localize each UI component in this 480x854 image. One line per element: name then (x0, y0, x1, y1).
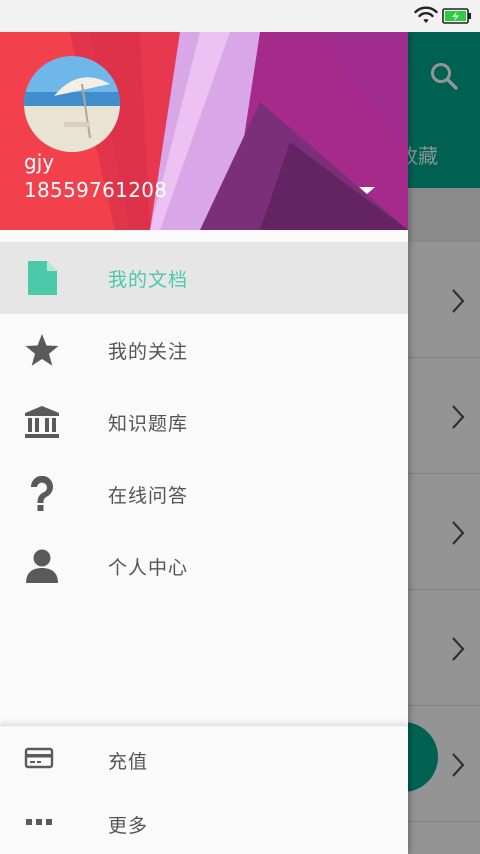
menu-item-label: 个人中心 (108, 557, 189, 579)
menu-item-label: 我的关注 (108, 341, 189, 363)
navigation-drawer: gjy 18559761208 我的文档 我的关注 知识题库 在线问答 个人中心… (0, 32, 408, 854)
menu-item-my-documents[interactable]: 我的文档 (0, 242, 408, 314)
menu-item-profile[interactable]: 个人中心 (0, 530, 408, 602)
drawer-footer: 充值 更多 (0, 725, 408, 854)
status-bar (0, 0, 480, 32)
star-icon (22, 332, 62, 368)
menu-item-label: 我的文档 (108, 269, 189, 291)
user-phone: 18559761208 (24, 178, 168, 202)
menu-item-question-bank[interactable]: 知识题库 (0, 386, 408, 458)
screen: 收藏 gjy 18559761208 我的文档 我的关注 知识题库 在线问答 个… (0, 0, 480, 854)
document-icon (22, 260, 62, 296)
drawer-menu: 我的文档 我的关注 知识题库 在线问答 个人中心 (0, 242, 408, 602)
beach-umbrella-avatar (24, 56, 120, 152)
header-divider (0, 230, 408, 242)
menu-item-label: 知识题库 (108, 413, 189, 435)
bank-icon (22, 404, 62, 440)
footer-item-label: 充值 (108, 751, 149, 773)
menu-item-online-qa[interactable]: 在线问答 (0, 458, 408, 530)
battery-charging-icon (442, 8, 471, 24)
footer-item-more[interactable]: 更多 (0, 790, 408, 854)
user-name: gjy (24, 150, 55, 174)
more-dots-icon (26, 819, 52, 825)
menu-item-label: 在线问答 (108, 485, 189, 507)
avatar[interactable] (24, 56, 120, 152)
wifi-icon (414, 6, 438, 23)
person-icon (22, 548, 62, 584)
question-icon (22, 476, 62, 512)
credit-card-icon (24, 747, 54, 769)
footer-item-recharge[interactable]: 充值 (0, 726, 408, 790)
drawer-header: gjy 18559761208 (0, 32, 408, 230)
menu-item-following[interactable]: 我的关注 (0, 314, 408, 386)
footer-item-label: 更多 (108, 815, 149, 837)
dropdown-arrow-icon[interactable] (356, 182, 378, 198)
